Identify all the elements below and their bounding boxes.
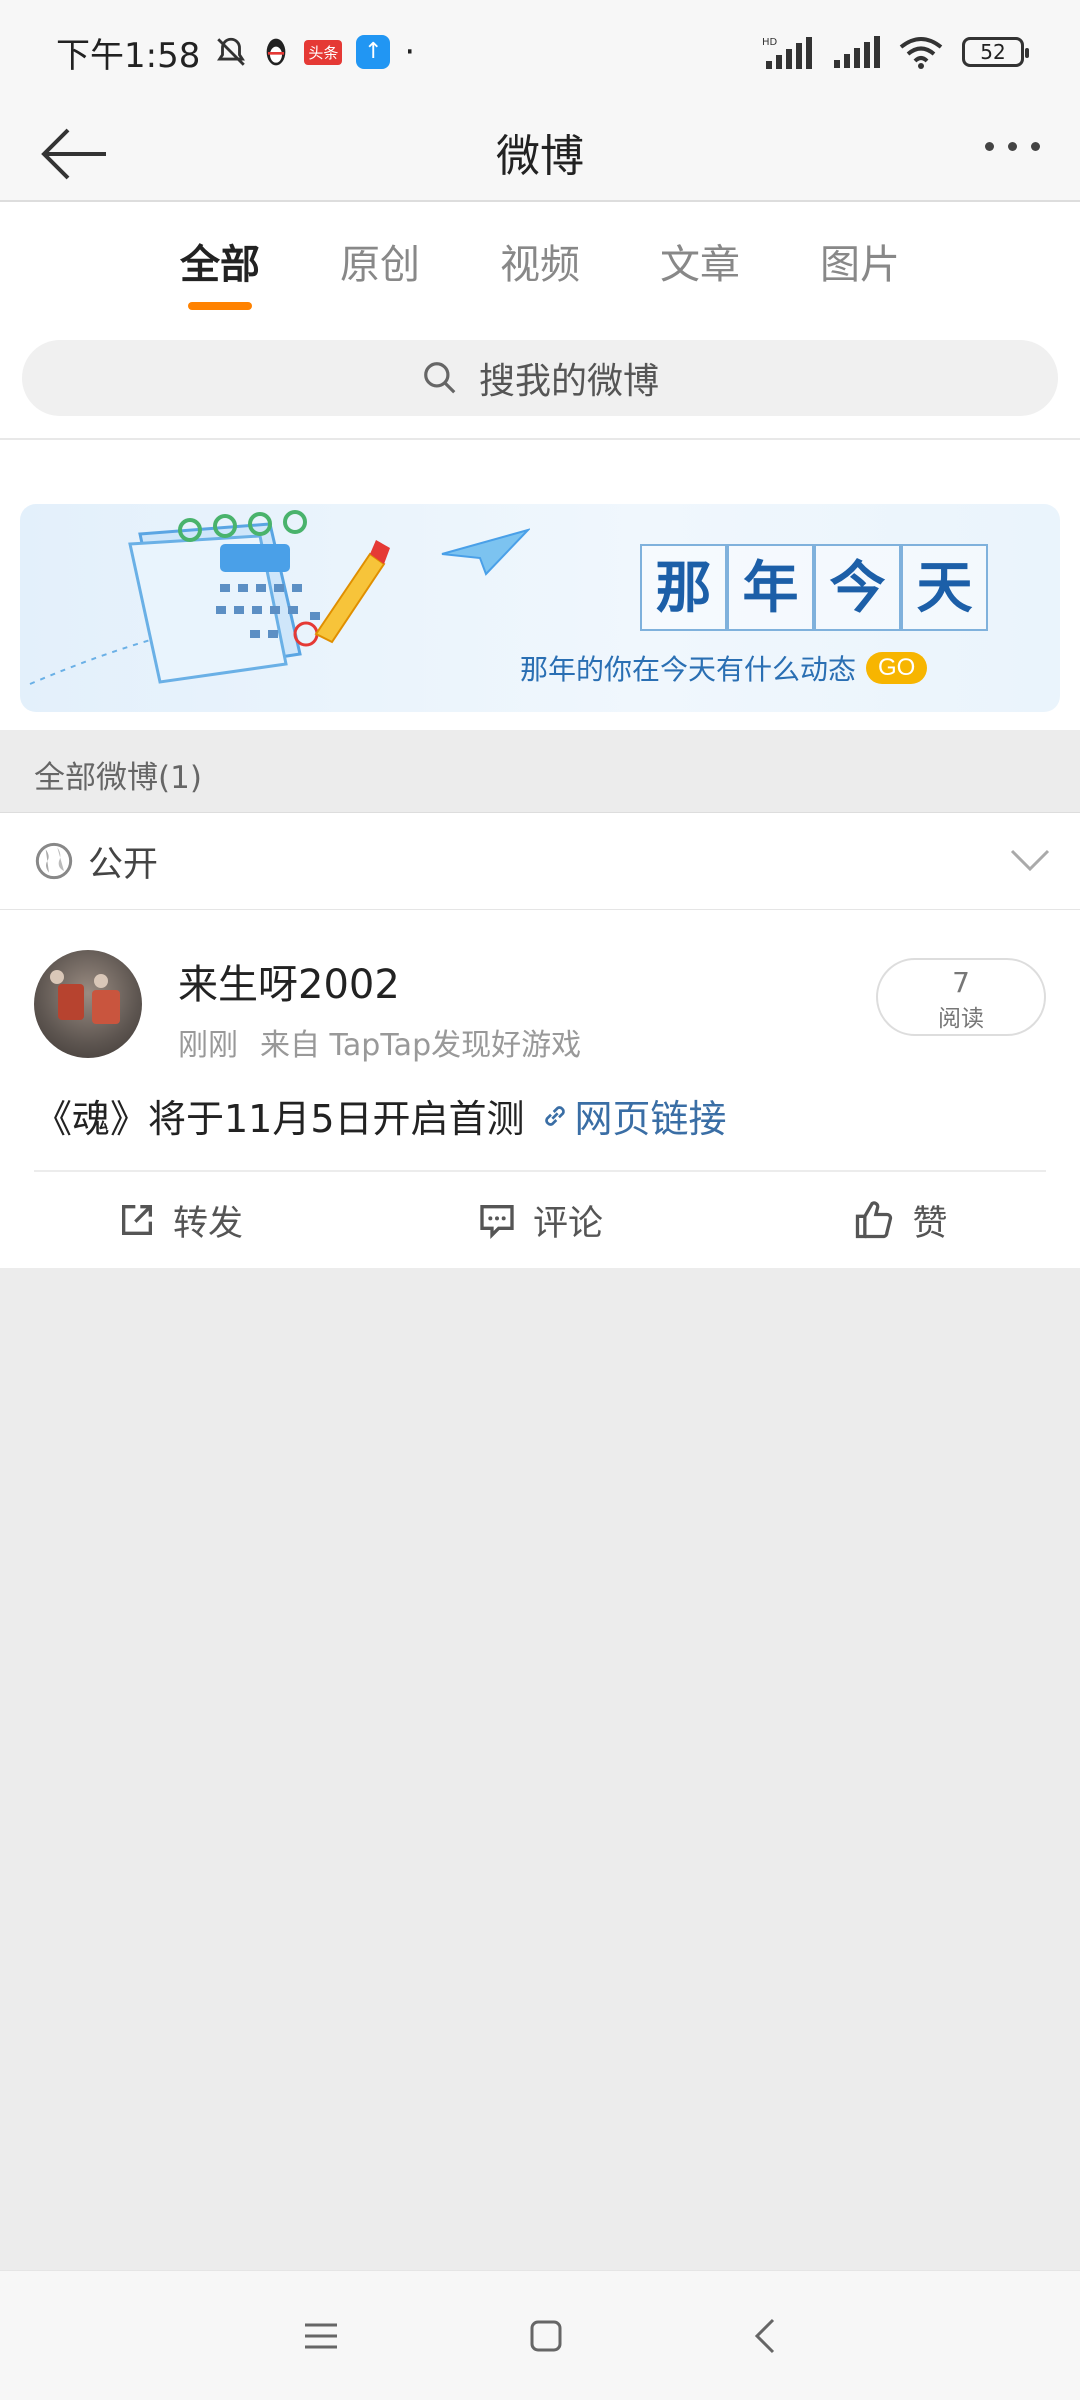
tab-all[interactable]: 全部 — [140, 202, 300, 328]
post-content: 《魂》将于11月5日开启首测 网页链接 — [34, 1088, 727, 1143]
search-placeholder: 搜我的微博 — [478, 361, 659, 402]
content-tabs: 全部 原创 视频 文章 图片 — [0, 202, 1080, 328]
post-time: 刚刚 — [178, 1028, 238, 1063]
comment-label: 评论 — [532, 1203, 603, 1244]
like-label: 赞 — [912, 1203, 948, 1244]
status-time: 下午1:58 — [56, 35, 201, 76]
web-link-label: 网页链接 — [574, 1097, 727, 1141]
banner-title: 那 年 今 天 — [640, 544, 988, 631]
banner-subtitle-row: 那年的你在今天有什么动态 GO — [520, 648, 928, 688]
post-card: 来生呀2002 刚刚 来自 TapTap发现好游戏 7 阅读 《魂》将于11月5日… — [0, 910, 1080, 1268]
back-arrow-icon[interactable] — [38, 126, 110, 182]
search-input[interactable]: 搜我的微博 — [22, 340, 1058, 416]
repost-label: 转发 — [172, 1203, 243, 1244]
chevron-down-icon[interactable] — [1010, 849, 1050, 873]
banner-go-button[interactable]: GO — [866, 652, 928, 684]
battery-icon: 52 — [962, 37, 1029, 67]
search-section: 搜我的微博 — [0, 328, 1080, 440]
on-this-day-banner[interactable]: 那 年 今 天 那年的你在今天有什么动态 GO — [20, 504, 1060, 712]
paper-plane-icon — [441, 528, 530, 576]
status-dot: · — [404, 32, 416, 72]
post-text: 《魂》将于11月5日开启首测 — [34, 1097, 525, 1141]
menu-icon[interactable] — [303, 2320, 339, 2352]
read-count-badge: 7 阅读 — [876, 958, 1046, 1036]
signal-hd-icon: HD — [762, 37, 812, 69]
read-label: 阅读 — [938, 1006, 984, 1032]
tab-picture[interactable]: 图片 — [780, 202, 940, 328]
link-icon — [544, 1105, 565, 1126]
search-icon — [424, 362, 456, 394]
read-count: 7 — [952, 966, 970, 999]
system-nav-bar — [0, 2270, 1080, 2400]
tab-article[interactable]: 文章 — [620, 202, 780, 328]
share-icon — [121, 1205, 152, 1235]
back-icon[interactable] — [753, 2317, 777, 2355]
post-actions: 转发 评论 赞 — [0, 1172, 1080, 1268]
toutiao-badge-icon: 头条 — [304, 39, 343, 65]
banner-section: 那 年 今 天 那年的你在今天有什么动态 GO — [0, 440, 1080, 730]
tab-video[interactable]: 视频 — [460, 202, 620, 328]
battery-level: 52 — [980, 40, 1006, 64]
qq-penguin-icon — [267, 38, 286, 66]
repost-button[interactable]: 转发 — [0, 1172, 360, 1268]
thumbs-up-icon — [856, 1201, 893, 1239]
more-options-icon[interactable] — [985, 142, 1040, 151]
post-source: 来自 TapTap发现好游戏 — [260, 1028, 582, 1063]
banner-subtitle: 那年的你在今天有什么动态 — [520, 653, 857, 686]
banner-title-char: 年 — [727, 544, 814, 631]
bell-off-icon — [217, 37, 246, 66]
comment-button[interactable]: 评论 — [360, 1172, 720, 1268]
avatar[interactable] — [34, 950, 142, 1058]
filter-label: 公开 — [88, 844, 159, 885]
post-username[interactable]: 来生呀2002 — [178, 952, 400, 1010]
post-meta: 刚刚 来自 TapTap发现好游戏 — [178, 1020, 581, 1064]
banner-title-char: 今 — [814, 544, 901, 631]
top-nav-bar: 微博 — [0, 104, 1080, 202]
status-bar: 下午1:58 头条 ↑ · HD 52 — [0, 0, 1080, 104]
page-title: 微博 — [496, 131, 584, 182]
comment-icon — [480, 1205, 514, 1240]
banner-title-char: 那 — [640, 544, 727, 631]
upload-app-icon: ↑ — [356, 35, 391, 69]
wifi-icon — [899, 37, 943, 69]
signal-icon — [834, 36, 880, 68]
globe-icon — [35, 842, 73, 880]
home-icon[interactable] — [529, 2319, 563, 2353]
banner-title-char: 天 — [901, 544, 988, 631]
svg-text:HD: HD — [762, 37, 778, 48]
visibility-filter[interactable]: 公开 — [0, 812, 1080, 910]
web-link[interactable]: 网页链接 — [539, 1088, 727, 1143]
like-button[interactable]: 赞 — [720, 1172, 1080, 1268]
tab-original[interactable]: 原创 — [300, 202, 460, 328]
calendar-illustration-icon — [29, 510, 390, 685]
section-count-label: 全部微博(1) — [0, 730, 1080, 812]
